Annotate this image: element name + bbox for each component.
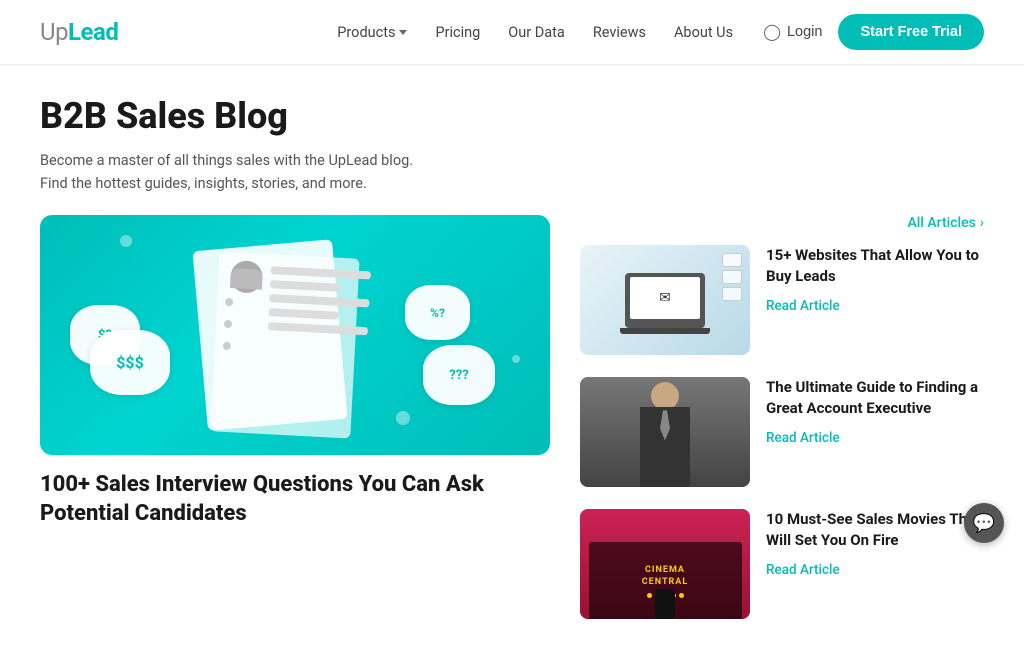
laptop-shape: ✉ bbox=[625, 273, 705, 328]
small-window-1 bbox=[722, 253, 742, 267]
sidebar-articles: All Articles › ✉ bbox=[580, 215, 984, 641]
nav-pricing[interactable]: Pricing bbox=[435, 24, 480, 41]
bullet-3 bbox=[223, 342, 231, 350]
bullet-1 bbox=[225, 298, 233, 306]
side-article-1-image bbox=[580, 377, 750, 487]
bubble-percent-question: %? bbox=[405, 285, 470, 340]
chat-icon: 💬 bbox=[973, 513, 995, 534]
doc-line-1 bbox=[271, 267, 371, 280]
featured-image-inner: $? $$$ %? ??? bbox=[40, 215, 550, 455]
side-article-2-title: 10 Must-See Sales Movies That Will Set Y… bbox=[766, 509, 984, 551]
side-article-1-content: The Ultimate Guide to Finding a Great Ac… bbox=[766, 377, 984, 446]
cinema-sign: CINEMACENTRAL bbox=[642, 564, 688, 589]
deco-dot-1 bbox=[120, 235, 132, 247]
bullet-2 bbox=[224, 320, 232, 328]
envelope-icon: ✉ bbox=[659, 290, 671, 306]
login-button[interactable]: ◯ Login bbox=[763, 22, 822, 42]
doc-lines bbox=[267, 267, 351, 341]
nav-products[interactable]: Products bbox=[337, 24, 407, 41]
side-article-1-title: The Ultimate Guide to Finding a Great Ac… bbox=[766, 377, 984, 419]
all-articles-link[interactable]: All Articles › bbox=[907, 215, 984, 231]
blog-subtitle: Become a master of all things sales with… bbox=[40, 149, 420, 195]
side-article-2-image: CINEMACENTRAL bbox=[580, 509, 750, 619]
cinema-image: CINEMACENTRAL bbox=[580, 509, 750, 619]
header-actions: ◯ Login Start Free Trial bbox=[763, 14, 984, 50]
header: UpLead Products Pricing Our Data Reviews… bbox=[0, 0, 1024, 65]
side-article-0-content: 15+ Websites That Allow You to Buy Leads… bbox=[766, 245, 984, 314]
doc-line-2 bbox=[270, 281, 340, 293]
websites-image: ✉ bbox=[580, 245, 750, 355]
chevron-down-icon bbox=[399, 30, 407, 35]
doc-paper-front bbox=[210, 252, 359, 439]
featured-article-image[interactable]: $? $$$ %? ??? bbox=[40, 215, 550, 455]
cinema-light-1 bbox=[647, 593, 652, 598]
laptop-base bbox=[620, 328, 710, 334]
blog-title: B2B Sales Blog bbox=[40, 95, 984, 137]
read-article-0-link[interactable]: Read Article bbox=[766, 298, 840, 314]
all-articles-link-container: All Articles › bbox=[580, 215, 984, 231]
side-article-0-title: 15+ Websites That Allow You to Buy Leads bbox=[766, 245, 984, 287]
avatar-body bbox=[230, 268, 263, 290]
main-content: B2B Sales Blog Become a master of all th… bbox=[0, 65, 1024, 661]
cinema-door bbox=[655, 589, 675, 619]
doc-line-4 bbox=[268, 308, 338, 320]
doc-bullets bbox=[223, 298, 234, 350]
bubble-question-marks: ??? bbox=[423, 345, 495, 405]
logo-lead: Lead bbox=[68, 18, 118, 46]
person-image bbox=[580, 377, 750, 487]
side-article-1: The Ultimate Guide to Finding a Great Ac… bbox=[580, 377, 984, 487]
featured-article: $? $$$ %? ??? 100+ S bbox=[40, 215, 550, 528]
side-article-0-image: ✉ bbox=[580, 245, 750, 355]
doc-line-5 bbox=[268, 322, 368, 335]
logo-up: Up bbox=[40, 18, 68, 46]
articles-section: $? $$$ %? ??? 100+ S bbox=[40, 215, 984, 641]
featured-article-title: 100+ Sales Interview Questions You Can A… bbox=[40, 471, 550, 528]
deco-dot-2 bbox=[512, 355, 520, 363]
nav-our-data[interactable]: Our Data bbox=[508, 24, 565, 41]
start-free-trial-button[interactable]: Start Free Trial bbox=[838, 14, 984, 50]
small-window-2 bbox=[722, 270, 742, 284]
logo: UpLead bbox=[40, 18, 118, 46]
deco-dot-3 bbox=[396, 411, 410, 425]
side-article-2-content: 10 Must-See Sales Movies That Will Set Y… bbox=[766, 509, 984, 578]
laptop-wrapper: ✉ bbox=[625, 273, 705, 328]
read-article-1-link[interactable]: Read Article bbox=[766, 430, 840, 446]
cinema-light-5 bbox=[679, 593, 684, 598]
main-nav: Products Pricing Our Data Reviews About … bbox=[337, 24, 733, 41]
user-icon: ◯ bbox=[763, 22, 781, 42]
doc-line-3 bbox=[269, 295, 369, 308]
laptop-screen: ✉ bbox=[630, 277, 700, 319]
small-windows bbox=[722, 253, 742, 301]
bubble-dollar-signs: $$$ bbox=[90, 330, 170, 395]
chat-widget[interactable]: 💬 bbox=[964, 503, 1004, 543]
side-article-0: ✉ 15+ Websites That Allow Yo bbox=[580, 245, 984, 355]
small-window-3 bbox=[722, 287, 742, 301]
nav-reviews[interactable]: Reviews bbox=[593, 24, 646, 41]
person-head bbox=[651, 382, 679, 410]
read-article-2-link[interactable]: Read Article bbox=[766, 562, 840, 578]
side-article-2: CINEMACENTRAL 10 M bbox=[580, 509, 984, 619]
cinema-building: CINEMACENTRAL bbox=[589, 542, 742, 619]
nav-about-us[interactable]: About Us bbox=[674, 24, 733, 41]
